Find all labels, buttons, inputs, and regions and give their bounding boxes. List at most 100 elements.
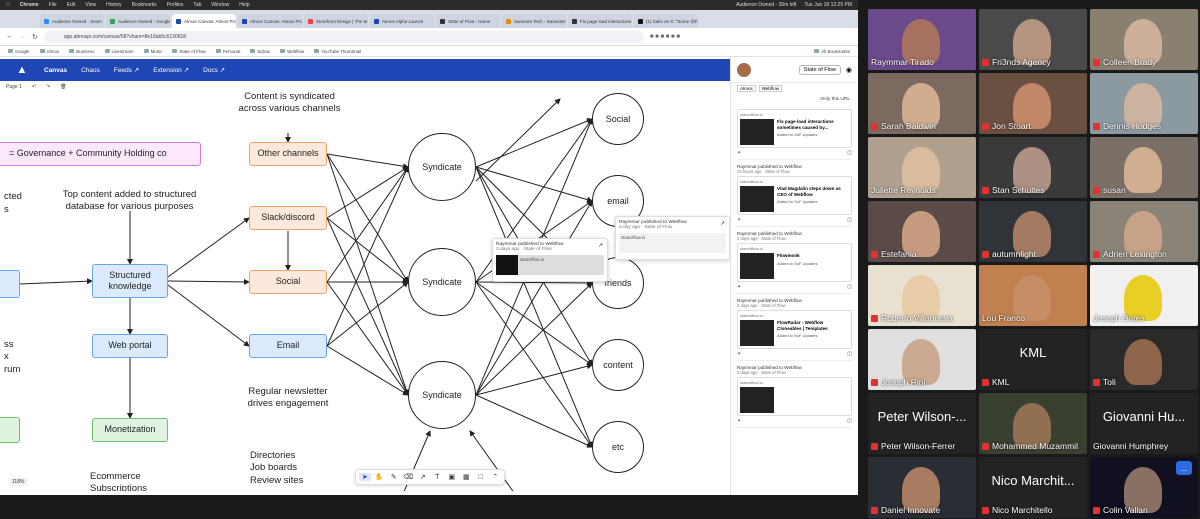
eraser-tool-icon[interactable]: ⌫ — [403, 473, 415, 481]
node-left-green[interactable] — [0, 417, 20, 443]
bookmark-personal[interactable]: Personal — [216, 49, 241, 54]
circle-syndicate-3[interactable]: Syndicate — [408, 361, 476, 429]
node-slack-discord[interactable]: Slack/discord — [249, 206, 327, 230]
participant-tile[interactable]: autumnlight — [979, 201, 1087, 262]
participant-tile[interactable]: Peter Wilson-... Peter Wilson-Ferrer — [868, 393, 976, 454]
external-link-icon[interactable]: ↗ — [720, 220, 725, 227]
undo-icon[interactable]: ↶ — [32, 84, 36, 90]
menu-tab[interactable]: Tab — [193, 2, 201, 8]
menu-window[interactable]: Window — [211, 2, 229, 8]
forward-icon[interactable]: → — [19, 33, 26, 40]
participant-tile[interactable]: Joseph Rini — [868, 329, 976, 390]
participant-tile[interactable]: Adrien Lexington — [1090, 201, 1198, 262]
node-left-edge[interactable] — [0, 270, 20, 298]
circle-etc[interactable]: etc — [592, 421, 644, 473]
browser-tab[interactable]: Atmos Canvas: Atmos Proto — [238, 14, 302, 28]
participant-tile[interactable]: Stan Schultes — [979, 137, 1087, 198]
nav-feeds[interactable]: Feeds ↗ — [114, 66, 139, 74]
hand-tool-icon[interactable]: ✋ — [374, 473, 386, 481]
comment-icon[interactable]: ◫ — [847, 351, 852, 357]
participant-tile[interactable]: Sarah Baldwin — [868, 73, 976, 134]
feed-card[interactable]: stateofflow.io — [737, 377, 852, 416]
sparkle-icon[interactable]: ✦ — [737, 351, 741, 357]
browser-tab[interactable]: Sarasota Tech - Sarasota's — [502, 14, 566, 28]
participant-tile[interactable]: KML KML — [979, 329, 1087, 390]
page-selector[interactable]: Page 1 — [6, 84, 22, 90]
browser-tab[interactable]: (1) Saks on X: "Some @Flo — [634, 14, 698, 28]
feed-item[interactable]: Raymmar published to Webflow 2 days ago … — [737, 298, 852, 361]
browser-tab[interactable]: Atmos Alpha Launch — [370, 14, 434, 28]
bookmark-livestream[interactable]: Livestream — [105, 49, 134, 54]
bookmark-state-of-flow[interactable]: State of Flow — [172, 49, 205, 54]
browser-tab[interactable]: State of Flow - Home — [436, 14, 500, 28]
atmos-logo-icon[interactable]: ▲ — [14, 64, 30, 76]
all-bookmarks[interactable]: All Bookmarks — [814, 49, 850, 54]
browser-tab[interactable]: Fix page load interactions — [568, 14, 632, 28]
menu-bookmarks[interactable]: Bookmarks — [132, 2, 157, 8]
arrow-tool-icon[interactable]: ↗ — [417, 473, 429, 481]
bookmark-atmos[interactable]: Atmos — [40, 49, 60, 54]
feed-card[interactable]: stateofflow.io Vlad Magdalin steps down … — [737, 176, 852, 215]
nav-extension[interactable]: Extension ↗ — [153, 66, 189, 74]
node-email[interactable]: Email — [249, 334, 327, 358]
participant-tile[interactable]: Estefania — [868, 201, 976, 262]
app-name[interactable]: Chrome — [20, 2, 39, 8]
diagram-canvas[interactable]: Page 1 ↶ ↷ 🗑 Content is syndicated acros… — [0, 81, 730, 491]
sparkle-icon[interactable]: ✦ — [737, 284, 741, 290]
eye-icon[interactable]: ◉ — [846, 66, 852, 74]
menu-history[interactable]: History — [106, 2, 122, 8]
participant-tile[interactable]: Roberto Villanueva — [868, 265, 976, 326]
circle-syndicate-2[interactable]: Syndicate — [408, 248, 476, 316]
feed-item[interactable]: Raymmar published to Webflow 23 hours ag… — [737, 164, 852, 227]
participant-tile[interactable]: Lou Franco — [979, 265, 1087, 326]
only-this-url-toggle[interactable]: Only this URL — [731, 94, 858, 105]
menu-help[interactable]: Help — [239, 2, 249, 8]
node-monetization[interactable]: Monetization — [92, 418, 168, 442]
bookmark-music[interactable]: Music — [144, 49, 163, 54]
participant-tile[interactable]: Nico Marchit... Nico Marchitello — [979, 457, 1087, 518]
note-tool-icon[interactable]: ▣ — [446, 473, 458, 481]
feed-card[interactable]: stateofflow.io Fix page load interaction… — [737, 109, 852, 148]
back-icon[interactable]: ← — [6, 33, 13, 40]
bookmark-sidrax[interactable]: Sidrax — [250, 49, 270, 54]
extensions-icon[interactable]: ■ ■ ■ ■ ■ ■ — [650, 34, 680, 40]
browser-tab[interactable]: Atmos Canvas: Atmos Prot — [172, 14, 236, 28]
url-input[interactable]: app.atmospr.com/canvas/58?share=8e18ab5c… — [43, 30, 644, 43]
feed-card[interactable]: stateofflow.io Flowmonk Added to SoF Upd… — [737, 243, 852, 282]
preview-popup-1[interactable]: Raymmar published to Webflow 3 days ago … — [492, 238, 608, 282]
preview-popup-2[interactable]: Raymmar published to Webflow a day ago ·… — [615, 216, 730, 260]
reload-icon[interactable]: ↻ — [32, 33, 38, 41]
sparkle-icon[interactable]: ✦ — [737, 217, 741, 223]
comment-icon[interactable]: ◫ — [847, 418, 852, 424]
browser-tab[interactable]: Audience Owned - Google — [106, 14, 170, 28]
shape-tool-icon[interactable]: □ — [475, 474, 487, 481]
participant-tile[interactable]: Juliette Reynolds — [868, 137, 976, 198]
menu-profiles[interactable]: Profiles — [167, 2, 184, 8]
apple-icon[interactable]:  — [6, 2, 10, 8]
bookmark-google[interactable]: Google — [8, 49, 30, 54]
browser-tab[interactable]: Audience Owned · Zoom — [40, 14, 104, 28]
comment-icon[interactable]: ◫ — [847, 150, 852, 156]
browser-tab[interactable]: Storefront Design | The bro — [304, 14, 368, 28]
participant-tile[interactable]: susan — [1090, 137, 1198, 198]
bookmark-business[interactable]: Business — [69, 49, 94, 54]
node-structured-knowledge[interactable]: Structured knowledge — [92, 264, 168, 298]
text-tool-icon[interactable]: T — [432, 474, 444, 481]
participant-tile[interactable]: Daniel Innovate — [868, 457, 976, 518]
participant-tile[interactable]: Mohammed Muzammil — [979, 393, 1087, 454]
more-tools-icon[interactable]: ⌃ — [490, 473, 502, 481]
zoom-level[interactable]: 118% — [8, 478, 29, 486]
participant-tile[interactable]: Colleen Brady — [1090, 9, 1198, 70]
sparkle-icon[interactable]: ✦ — [737, 150, 741, 156]
state-of-flow-button[interactable]: State of Flow — [798, 64, 841, 75]
zoom-status[interactable]: Audience Owned - 35m left — [736, 2, 796, 8]
pen-tool-icon[interactable]: ✎ — [388, 473, 400, 481]
menu-view[interactable]: View — [85, 2, 96, 8]
bookmark-youtube-thumbnail[interactable]: YouTube Thumbnail — [314, 49, 361, 54]
tab-webflow[interactable]: Webflow — [758, 85, 782, 92]
feed-item[interactable]: Raymmar published to Webflow 2 days ago … — [737, 231, 852, 294]
image-tool-icon[interactable]: ▦ — [461, 473, 473, 481]
bookmark-webflow[interactable]: Webflow — [280, 49, 304, 54]
nav-docs[interactable]: Docs ↗ — [203, 66, 225, 74]
tab-atmos[interactable]: Atmos — [737, 85, 756, 92]
